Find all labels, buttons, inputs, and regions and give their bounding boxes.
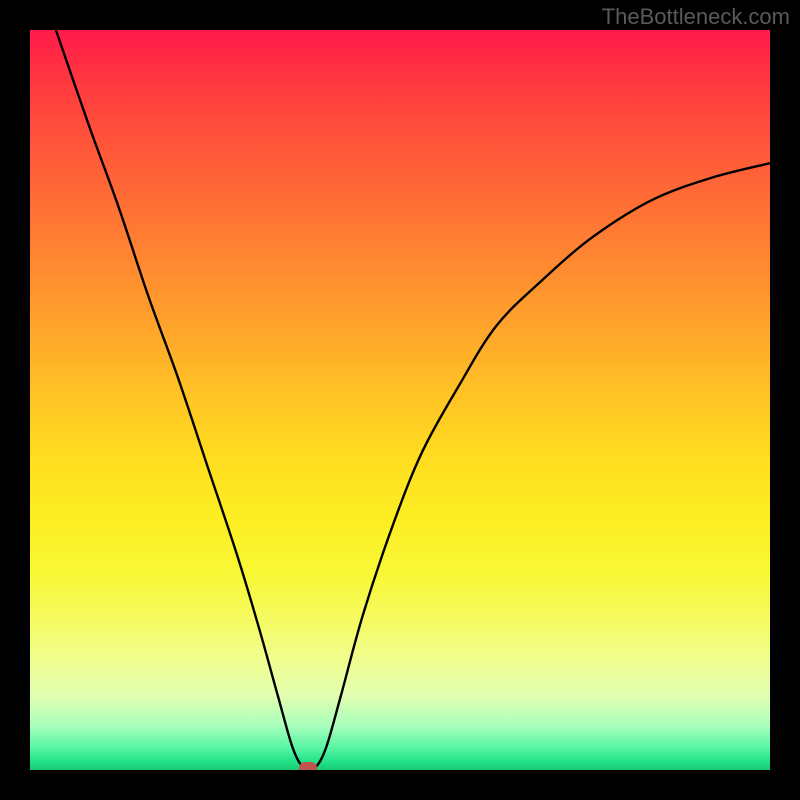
watermark-text: TheBottleneck.com bbox=[602, 4, 790, 30]
chart-plot-area bbox=[30, 30, 770, 770]
bottleneck-curve-path bbox=[56, 30, 770, 770]
chart-curve bbox=[30, 30, 770, 770]
minimum-marker bbox=[299, 762, 317, 770]
